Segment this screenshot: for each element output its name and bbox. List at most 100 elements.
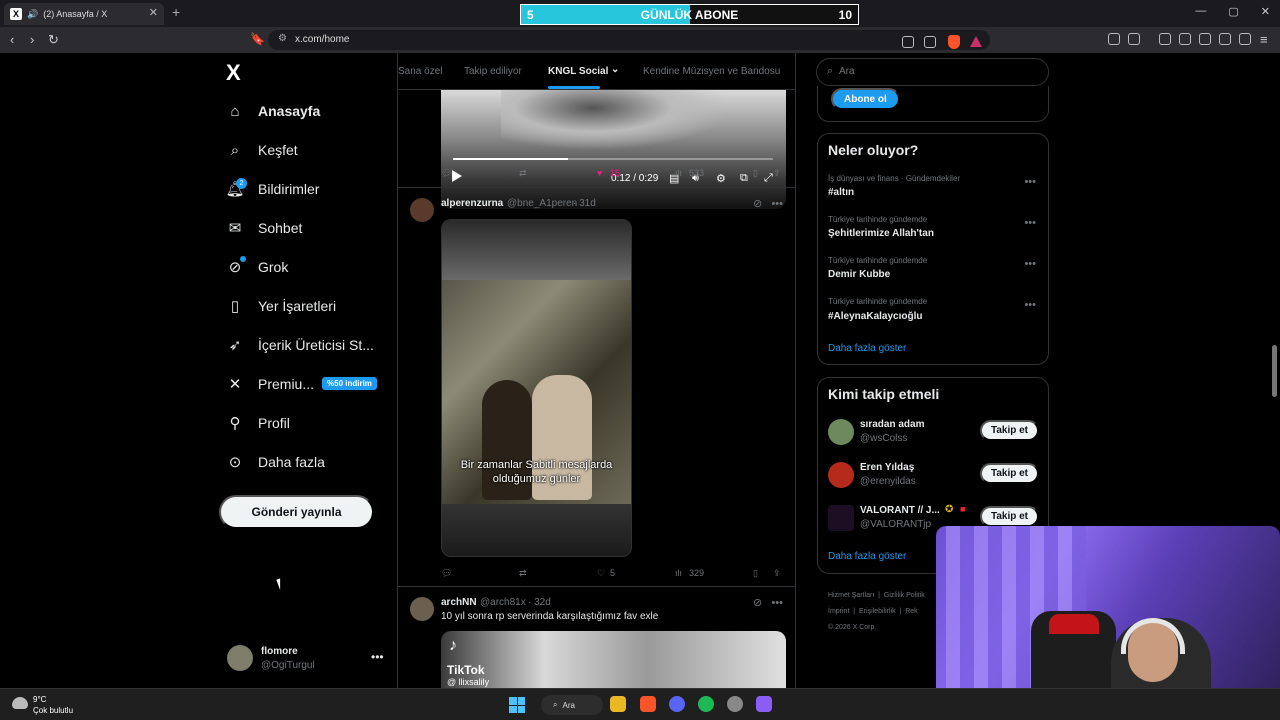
sidebar-item-creator-studio[interactable]: ➶ İçerik Üreticisi St... <box>226 333 374 357</box>
cloud-icon[interactable] <box>12 697 28 709</box>
cast-icon[interactable] <box>902 36 914 48</box>
share-icon[interactable]: ⇪ <box>773 168 781 179</box>
sidebar-item-home[interactable]: ⌂ Anasayfa <box>226 99 320 123</box>
suggested-user-name[interactable]: VALORANT // J... <box>860 505 940 516</box>
share-icon[interactable] <box>924 36 936 48</box>
weather-temperature[interactable]: 9°C <box>33 695 46 704</box>
sidebar-item-chat[interactable]: ✉ Sohbet <box>226 216 303 240</box>
share-icon[interactable]: ⇪ <box>773 568 781 579</box>
spotify-icon[interactable] <box>698 696 714 712</box>
tab-for-you[interactable]: Sana özel <box>398 66 442 77</box>
close-window-button[interactable]: ✕ <box>1261 5 1270 18</box>
tab-kngl-social[interactable]: KNGL Social <box>548 66 608 77</box>
reply-icon[interactable]: 💬︎ <box>441 168 452 179</box>
avatar[interactable] <box>227 645 253 671</box>
avatar[interactable] <box>828 505 854 531</box>
browser-tab[interactable]: X 🔊 (2) Anasayfa / X ✕ <box>4 3 164 25</box>
steam-icon[interactable] <box>727 696 743 712</box>
tab-close-icon[interactable]: ✕ <box>149 6 158 19</box>
footer-link[interactable]: Gizlilik Politik <box>884 592 925 599</box>
tab-following[interactable]: Takip ediliyor <box>464 66 522 77</box>
repost-icon[interactable]: ⇄ <box>519 568 527 579</box>
avatar[interactable] <box>828 419 854 445</box>
grok-icon[interactable]: ⊘ <box>753 198 762 210</box>
maximize-button[interactable]: ▢ <box>1228 5 1238 18</box>
tab-musicians[interactable]: Kendine Müzisyen ve Bandosu <box>643 66 780 77</box>
sidebar-toggle-icon[interactable] <box>1179 33 1191 45</box>
account-name[interactable]: flomore <box>261 646 298 657</box>
search-input[interactable] <box>839 66 1029 77</box>
tweet-video[interactable]: Bir zamanlar Sabitli mesajlarda olduğumu… <box>441 219 632 557</box>
windows-start-icon[interactable] <box>509 697 525 713</box>
scrollbar-thumb[interactable] <box>1272 345 1277 397</box>
ai-icon[interactable] <box>1219 33 1231 45</box>
more-icon[interactable]: ••• <box>1024 176 1036 188</box>
repost-icon[interactable]: ⇄ <box>519 168 527 179</box>
tweet-video[interactable]: ♪ TikTok @ llixsalily <box>441 631 786 688</box>
follow-button[interactable]: Takip et <box>980 506 1039 527</box>
forward-icon[interactable]: › <box>30 32 34 47</box>
timeline[interactable]: Sana özel Takip ediliyor KNGL Social ⌄ K… <box>397 53 796 688</box>
like-icon[interactable]: ♥ <box>597 168 602 178</box>
wallet-icon[interactable] <box>1199 33 1211 45</box>
avatar[interactable] <box>828 462 854 488</box>
vpn-icon[interactable] <box>1239 33 1251 45</box>
avatar[interactable] <box>410 198 434 222</box>
reload-icon[interactable]: ↻ <box>48 32 59 48</box>
trend-name[interactable]: Demir Kubbe <box>828 269 890 280</box>
x-logo[interactable]: X <box>226 60 241 86</box>
bookmark-icon[interactable]: ▯ <box>753 568 758 579</box>
extensions-icon[interactable] <box>1108 33 1120 45</box>
chevron-down-icon[interactable]: ⌄ <box>611 64 619 75</box>
views-icon[interactable]: ılı <box>675 168 682 178</box>
trend-name[interactable]: #AleynaKalaycıoğlu <box>828 311 922 322</box>
footer-link[interactable]: Rek <box>905 608 917 615</box>
tweet-author-name[interactable]: alperenzurna <box>441 198 503 209</box>
more-icon[interactable]: ••• <box>1024 299 1036 311</box>
more-icon[interactable]: ••• <box>1024 217 1036 229</box>
reply-icon[interactable]: 💬︎ <box>441 568 452 579</box>
more-icon[interactable]: ••• <box>771 198 783 210</box>
tweet-author-handle[interactable]: @bne_A1peren <box>507 198 577 209</box>
speaker-icon[interactable]: 🔊 <box>27 9 38 20</box>
back-icon[interactable]: ‹ <box>10 32 14 47</box>
subscribe-button[interactable]: Abone ol <box>831 88 900 110</box>
brave-rewards-icon[interactable] <box>970 36 982 47</box>
footer-link[interactable]: İmprint <box>828 608 849 615</box>
bookmark-icon[interactable]: ▯ <box>753 168 758 179</box>
avatar[interactable] <box>410 597 434 621</box>
tweet-author-handle[interactable]: @arch81x <box>480 597 526 608</box>
follow-button[interactable]: Takip et <box>980 463 1039 484</box>
site-info-icon[interactable]: ⚙ <box>278 33 287 44</box>
sidebar-item-explore[interactable]: ⌕ Keşfet <box>226 138 298 162</box>
sidebar-item-bookmarks[interactable]: ▯ Yer İşaretleri <box>226 294 336 318</box>
weather-description[interactable]: Çok bulutlu <box>33 706 73 715</box>
like-icon[interactable]: ♡ <box>597 568 605 579</box>
sidebar-item-more[interactable]: ⊙ Daha fazla <box>226 450 325 474</box>
media-icon[interactable] <box>1159 33 1171 45</box>
tweet-author-name[interactable]: archNN <box>441 597 477 608</box>
trends-show-more-link[interactable]: Daha fazla göster <box>828 343 906 354</box>
brave-shields-icon[interactable] <box>948 35 960 49</box>
menu-icon[interactable]: ≡ <box>1260 32 1268 47</box>
sidebar-item-grok[interactable]: ⊘ Grok <box>226 255 289 279</box>
search-box[interactable]: ⌕ <box>816 58 1049 86</box>
trend-name[interactable]: #altın <box>828 187 854 198</box>
sidebar-item-profile[interactable]: ⚲ Profil <box>226 411 290 435</box>
discord-icon[interactable] <box>669 696 685 712</box>
obs-icon[interactable] <box>756 696 772 712</box>
bookmark-page-icon[interactable]: 🔖 <box>250 32 265 46</box>
views-icon[interactable]: ılı <box>675 568 682 578</box>
minimize-button[interactable]: — <box>1195 5 1206 18</box>
more-icon[interactable]: ••• <box>1024 258 1036 270</box>
suggested-user-name[interactable]: Eren Yıldaş <box>860 462 914 473</box>
footer-link[interactable]: Hizmet Şartları <box>828 592 874 599</box>
trend-name[interactable]: Şehitlerimize Allah'tan <box>828 228 934 239</box>
sidebar-item-premium[interactable]: ✕ Premiu... <box>226 372 314 396</box>
account-more-icon[interactable]: ••• <box>371 650 384 664</box>
footer-link[interactable]: Erişilebilirlik <box>859 608 896 615</box>
video-progress-bar[interactable] <box>453 158 773 160</box>
grok-icon[interactable]: ⊘ <box>753 597 762 609</box>
taskbar-search[interactable]: ⌕ Ara <box>541 695 603 715</box>
file-explorer-icon[interactable] <box>610 696 626 712</box>
